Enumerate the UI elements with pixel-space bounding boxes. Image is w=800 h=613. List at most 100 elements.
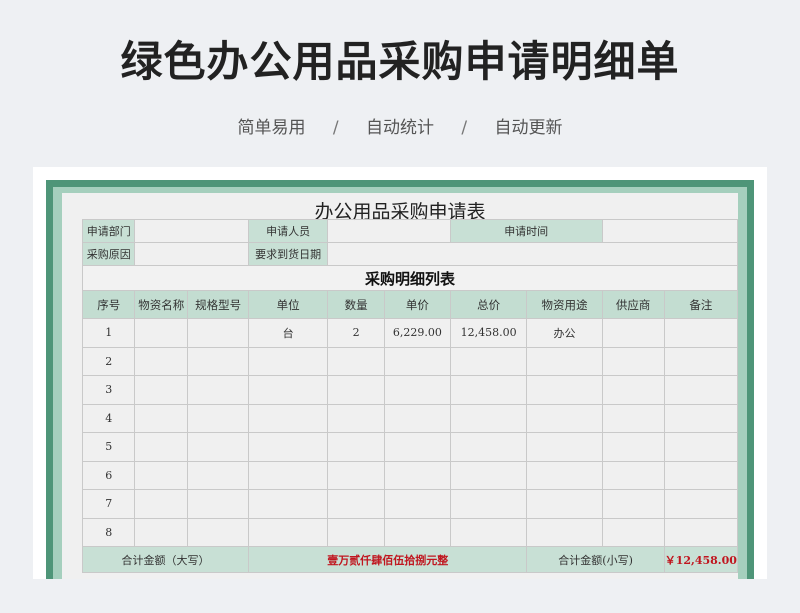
cell-seq[interactable]: 6	[81, 460, 136, 490]
col-header-spec: 规格型号	[187, 290, 250, 319]
cell-unit[interactable]	[248, 375, 329, 405]
cell-total[interactable]	[449, 432, 528, 462]
spreadsheet: 办公用品采购申请表 申请部门 申请人员 申请时间 采购原因 要求到货日期 采购明…	[62, 193, 739, 579]
cell-note[interactable]	[663, 403, 739, 433]
arrival-date-field[interactable]	[327, 242, 738, 266]
cell-name[interactable]	[134, 460, 189, 490]
cell-price[interactable]	[383, 460, 451, 490]
cell-qty[interactable]	[327, 403, 385, 433]
cell-unit[interactable]	[248, 460, 329, 490]
col-header-note: 备注	[663, 290, 739, 319]
cell-note[interactable]	[663, 346, 739, 376]
cell-spec[interactable]	[187, 403, 250, 433]
cell-total[interactable]: 12,458.00	[449, 318, 528, 348]
sheet-frame-outer: 办公用品采购申请表 申请部门 申请人员 申请时间 采购原因 要求到货日期 采购明…	[46, 180, 754, 579]
cell-supplier[interactable]	[601, 346, 665, 376]
table-row: 3	[81, 375, 739, 405]
cell-name[interactable]	[134, 375, 189, 405]
cell-price[interactable]	[383, 517, 451, 547]
cell-unit[interactable]	[248, 432, 329, 462]
cell-spec[interactable]	[187, 346, 250, 376]
cell-seq[interactable]: 7	[81, 489, 136, 519]
cell-usage[interactable]	[526, 432, 603, 462]
cell-unit[interactable]	[248, 489, 329, 519]
cell-usage[interactable]	[526, 403, 603, 433]
detail-title-row: 采购明细列表	[82, 265, 738, 291]
cell-supplier[interactable]	[601, 460, 665, 490]
cell-total[interactable]	[449, 517, 528, 547]
table-row: 8	[81, 517, 739, 547]
cell-seq[interactable]: 3	[81, 375, 136, 405]
cell-total[interactable]	[449, 346, 528, 376]
cell-name[interactable]	[134, 489, 189, 519]
cell-unit[interactable]	[248, 403, 329, 433]
cell-spec[interactable]	[187, 375, 250, 405]
cell-usage[interactable]	[526, 489, 603, 519]
cell-seq[interactable]: 2	[81, 346, 136, 376]
cell-qty[interactable]	[327, 489, 385, 519]
applicant-label: 申请人员	[248, 219, 329, 243]
cell-qty[interactable]	[327, 460, 385, 490]
cell-name[interactable]	[134, 318, 189, 348]
cell-qty[interactable]: 2	[327, 318, 385, 348]
cell-total[interactable]	[449, 403, 528, 433]
cell-spec[interactable]	[187, 517, 250, 547]
cell-supplier[interactable]	[601, 517, 665, 547]
total-upper-label: 合计金额（大写）	[81, 546, 250, 573]
cell-seq[interactable]: 1	[81, 318, 136, 348]
cell-price[interactable]	[383, 346, 451, 376]
cell-name[interactable]	[134, 517, 189, 547]
cell-total[interactable]	[449, 460, 528, 490]
col-header-qty: 数量	[327, 290, 385, 319]
arrival-date-label: 要求到货日期	[248, 242, 329, 266]
cell-supplier[interactable]	[601, 318, 665, 348]
cell-note[interactable]	[663, 375, 739, 405]
cell-price[interactable]	[383, 489, 451, 519]
cell-price[interactable]	[383, 375, 451, 405]
cell-usage[interactable]: 办公	[526, 318, 603, 348]
reason-field[interactable]	[134, 242, 250, 266]
cell-note[interactable]	[663, 517, 739, 547]
cell-qty[interactable]	[327, 432, 385, 462]
cell-seq[interactable]: 5	[81, 432, 136, 462]
cell-spec[interactable]	[187, 460, 250, 490]
cell-usage[interactable]	[526, 517, 603, 547]
cell-qty[interactable]	[327, 517, 385, 547]
cell-note[interactable]	[663, 318, 739, 348]
cell-usage[interactable]	[526, 346, 603, 376]
cell-name[interactable]	[134, 432, 189, 462]
col-header-supplier: 供应商	[601, 290, 665, 319]
cell-price[interactable]	[383, 432, 451, 462]
cell-price[interactable]: 6,229.00	[383, 318, 451, 348]
cell-total[interactable]	[449, 489, 528, 519]
cell-note[interactable]	[663, 460, 739, 490]
dept-field[interactable]	[134, 219, 250, 243]
table-row: 5	[81, 432, 739, 462]
cell-note[interactable]	[663, 489, 739, 519]
cell-usage[interactable]	[526, 460, 603, 490]
cell-spec[interactable]	[187, 318, 250, 348]
cell-supplier[interactable]	[601, 403, 665, 433]
cell-usage[interactable]	[526, 375, 603, 405]
cell-seq[interactable]: 4	[81, 403, 136, 433]
cell-qty[interactable]	[327, 346, 385, 376]
cell-spec[interactable]	[187, 489, 250, 519]
apply-time-field[interactable]	[601, 219, 739, 243]
cell-spec[interactable]	[187, 432, 250, 462]
cell-name[interactable]	[134, 346, 189, 376]
cell-note[interactable]	[663, 432, 739, 462]
cell-price[interactable]	[383, 403, 451, 433]
cell-qty[interactable]	[327, 375, 385, 405]
cell-name[interactable]	[134, 403, 189, 433]
cell-unit[interactable]: 台	[248, 318, 329, 348]
applicant-field[interactable]	[327, 219, 451, 243]
cell-unit[interactable]	[248, 346, 329, 376]
cell-supplier[interactable]	[601, 489, 665, 519]
cell-supplier[interactable]	[601, 375, 665, 405]
cell-unit[interactable]	[248, 517, 329, 547]
col-header-usage: 物资用途	[526, 290, 603, 319]
cell-seq[interactable]: 8	[81, 517, 136, 547]
cell-supplier[interactable]	[601, 432, 665, 462]
cell-total[interactable]	[449, 375, 528, 405]
tag-separator: /	[461, 118, 468, 138]
